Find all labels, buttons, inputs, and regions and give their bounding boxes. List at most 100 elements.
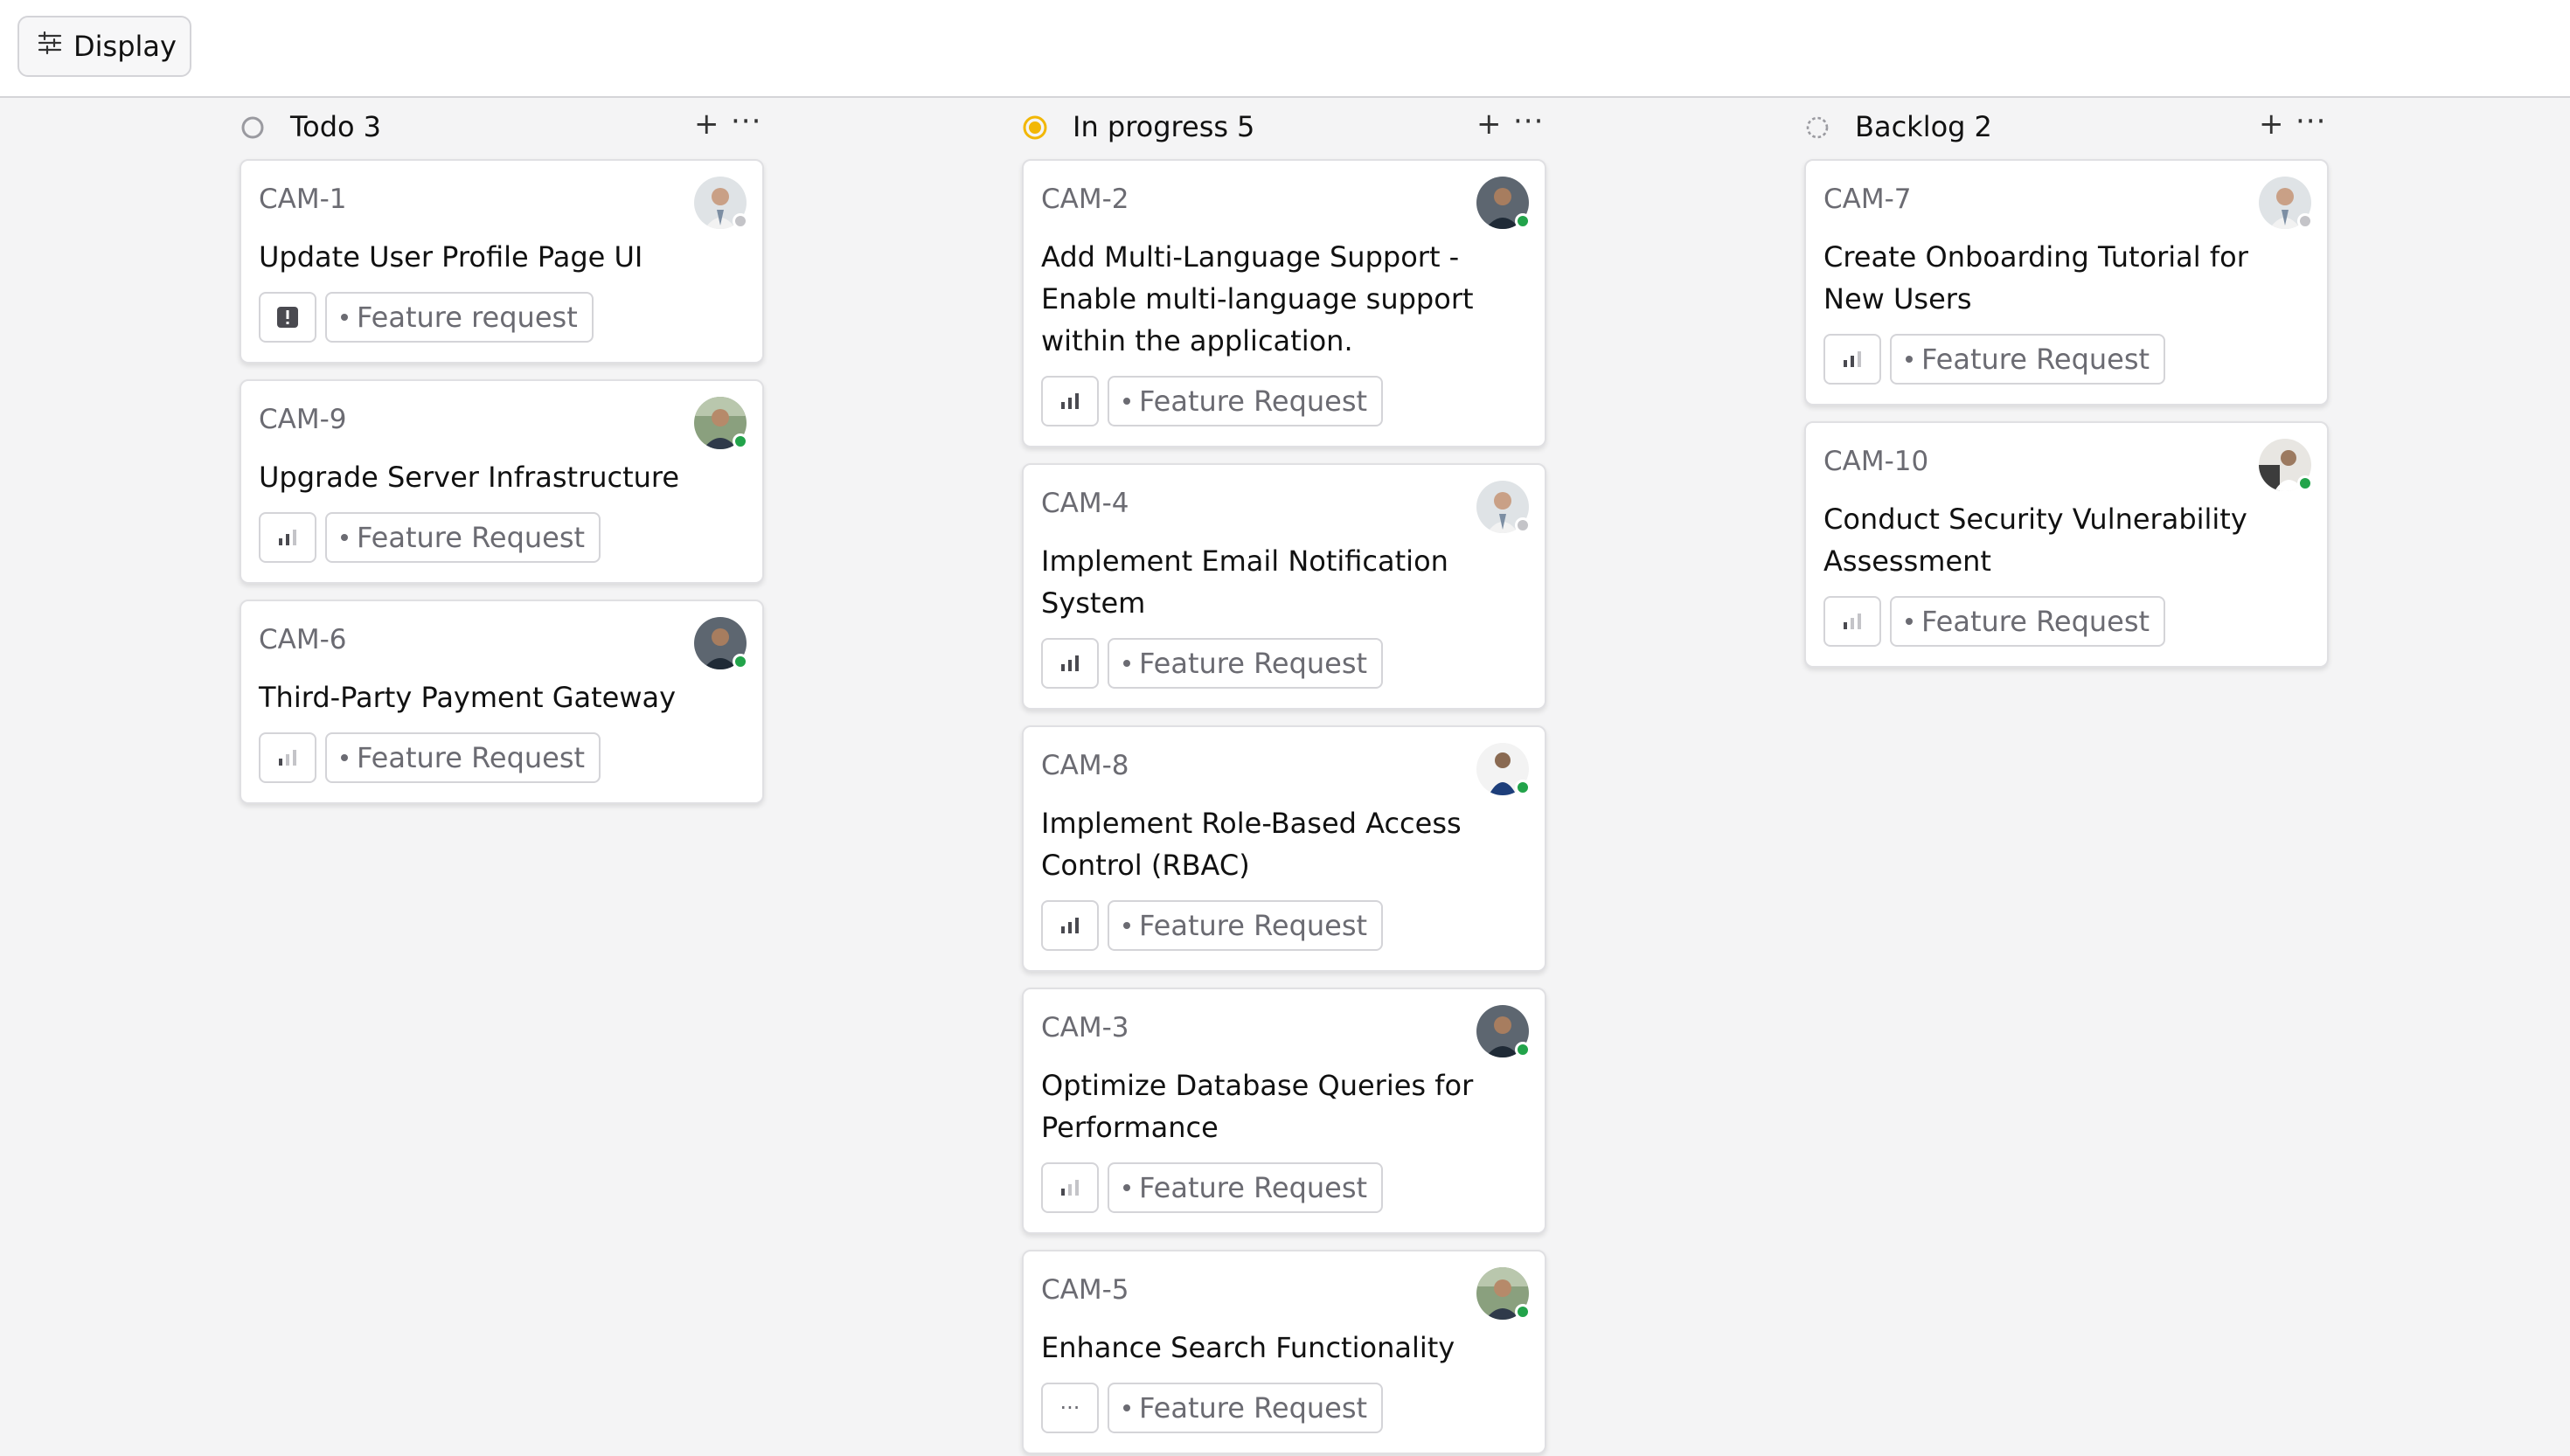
label-tag[interactable]: Feature Request bbox=[1108, 376, 1384, 426]
issue-id: CAM-3 bbox=[1041, 1012, 1129, 1043]
avatar[interactable] bbox=[1476, 177, 1531, 229]
more-options-button[interactable]: ··· bbox=[2296, 107, 2326, 136]
issue-card[interactable]: CAM-6 Third-Party Payment Gateway Featur… bbox=[240, 600, 764, 804]
issue-title: Update User Profile Page UI bbox=[259, 240, 643, 274]
issue-card[interactable]: CAM-5 Enhance Search Functionality ··· F… bbox=[1022, 1250, 1546, 1454]
low-priority-icon bbox=[279, 750, 296, 766]
label-tag[interactable]: Feature Request bbox=[1890, 596, 2166, 647]
presence-indicator bbox=[1515, 517, 1531, 533]
more-options-button[interactable]: ··· bbox=[1513, 107, 1544, 136]
column-header: In progress 5 + ··· bbox=[1022, 107, 1550, 150]
column-in-progress: In progress 5 + ··· CAM-2 Add Multi-Langu… bbox=[1022, 107, 1550, 1454]
issue-id: CAM-8 bbox=[1041, 750, 1129, 781]
issue-tags: Feature Request bbox=[1041, 376, 1384, 426]
priority-button[interactable]: ··· bbox=[1041, 1383, 1099, 1433]
issue-id: CAM-10 bbox=[1823, 446, 1929, 477]
more-options-button[interactable]: ··· bbox=[731, 107, 761, 136]
avatar[interactable] bbox=[1476, 481, 1531, 533]
label-tag[interactable]: Feature Request bbox=[1108, 900, 1384, 951]
priority-button[interactable] bbox=[1823, 596, 1881, 647]
issue-tags: Feature Request bbox=[1823, 334, 2166, 385]
issue-tags: Feature request bbox=[259, 292, 594, 343]
presence-indicator bbox=[2297, 213, 2313, 229]
presence-indicator bbox=[733, 213, 748, 229]
display-button-label: Display bbox=[73, 30, 177, 63]
avatar[interactable] bbox=[1476, 743, 1531, 795]
column-count: 2 bbox=[1974, 110, 1992, 143]
issue-tags: Feature Request bbox=[259, 512, 601, 563]
label-tag[interactable]: Feature Request bbox=[1108, 638, 1384, 689]
label-tag[interactable]: Feature Request bbox=[1890, 334, 2166, 385]
priority-button[interactable] bbox=[1041, 638, 1099, 689]
issue-tags: Feature Request bbox=[259, 732, 601, 783]
issue-card[interactable]: CAM-10 Conduct Security Vulnerability As… bbox=[1804, 421, 2329, 668]
priority-button[interactable] bbox=[259, 512, 316, 563]
label-tag[interactable]: Feature Request bbox=[325, 512, 601, 563]
avatar[interactable] bbox=[2259, 177, 2313, 229]
low-priority-icon bbox=[1061, 1180, 1079, 1196]
label-tag[interactable]: Feature request bbox=[325, 292, 594, 343]
in-progress-icon bbox=[1022, 114, 1048, 141]
priority-button[interactable] bbox=[1823, 334, 1881, 385]
avatar[interactable] bbox=[1476, 1267, 1531, 1320]
avatar[interactable] bbox=[2259, 439, 2313, 491]
add-card-button[interactable]: + bbox=[694, 107, 719, 142]
label-tag[interactable]: Feature Request bbox=[1108, 1162, 1384, 1213]
issue-card[interactable]: CAM-4 Implement Email Notification Syste… bbox=[1022, 463, 1546, 710]
issue-id: CAM-2 bbox=[1041, 184, 1129, 215]
medium-priority-icon bbox=[279, 530, 296, 545]
column-count: 3 bbox=[363, 110, 381, 143]
issue-title: Upgrade Server Infrastructure bbox=[259, 461, 680, 494]
circle-dashed-icon bbox=[1804, 114, 1830, 141]
issue-card[interactable]: CAM-7 Create Onboarding Tutorial for New… bbox=[1804, 159, 2329, 406]
issue-tags: Feature Request bbox=[1041, 1162, 1384, 1213]
avatar[interactable] bbox=[694, 397, 748, 449]
issue-tags: Feature Request bbox=[1041, 900, 1384, 951]
priority-button[interactable] bbox=[259, 732, 316, 783]
column-todo: Todo 3 + ··· CAM-1 Update User Profile Pa… bbox=[240, 107, 768, 804]
issue-card[interactable]: CAM-1 Update User Profile Page UI Featur… bbox=[240, 159, 764, 364]
column-header: Todo 3 + ··· bbox=[240, 107, 768, 150]
high-priority-icon bbox=[1061, 655, 1079, 671]
issue-id: CAM-7 bbox=[1823, 184, 1912, 215]
priority-button[interactable] bbox=[1041, 1162, 1099, 1213]
avatar[interactable] bbox=[1476, 1005, 1531, 1057]
add-card-button[interactable]: + bbox=[1476, 107, 1502, 142]
issue-card[interactable]: CAM-9 Upgrade Server Infrastructure Feat… bbox=[240, 379, 764, 584]
issue-tags: Feature Request bbox=[1823, 596, 2166, 647]
label-tag[interactable]: Feature Request bbox=[325, 732, 601, 783]
presence-indicator bbox=[1515, 1304, 1531, 1320]
top-toolbar: Display bbox=[0, 0, 2570, 98]
presence-indicator bbox=[733, 654, 748, 669]
priority-button[interactable] bbox=[1041, 900, 1099, 951]
display-button[interactable]: Display bbox=[17, 16, 191, 77]
medium-priority-icon bbox=[1844, 351, 1861, 367]
issue-title: Conduct Security Vulnerability Assessmen… bbox=[1823, 503, 2247, 578]
priority-button[interactable] bbox=[259, 292, 316, 343]
column-title: In progress 5 bbox=[1073, 110, 1255, 143]
issue-id: CAM-9 bbox=[259, 404, 347, 435]
presence-indicator bbox=[1515, 1042, 1531, 1057]
presence-indicator bbox=[1515, 213, 1531, 229]
issue-card[interactable]: CAM-2 Add Multi-Language Support - Enabl… bbox=[1022, 159, 1546, 447]
issue-title: Create Onboarding Tutorial for New Users bbox=[1823, 240, 2248, 315]
column-title: Todo 3 bbox=[290, 110, 381, 143]
column-count: 5 bbox=[1237, 110, 1255, 143]
avatar[interactable] bbox=[694, 177, 748, 229]
label-tag[interactable]: Feature Request bbox=[1108, 1383, 1384, 1433]
column-backlog: Backlog 2 + ··· CAM-7 Create Onboarding T… bbox=[1804, 107, 2332, 668]
add-card-button[interactable]: + bbox=[2259, 107, 2284, 142]
issue-title: Add Multi-Language Support - Enable mult… bbox=[1041, 240, 1474, 357]
issue-id: CAM-1 bbox=[259, 184, 347, 215]
high-priority-icon bbox=[1061, 393, 1079, 409]
issue-title: Optimize Database Queries for Performanc… bbox=[1041, 1069, 1474, 1144]
issue-card[interactable]: CAM-3 Optimize Database Queries for Perf… bbox=[1022, 988, 1546, 1234]
no-priority-icon: ··· bbox=[1059, 1396, 1080, 1420]
issue-id: CAM-6 bbox=[259, 624, 347, 655]
presence-indicator bbox=[733, 433, 748, 449]
avatar[interactable] bbox=[694, 617, 748, 669]
column-title: Backlog 2 bbox=[1855, 110, 1992, 143]
priority-button[interactable] bbox=[1041, 376, 1099, 426]
sliders-icon bbox=[37, 30, 63, 63]
issue-card[interactable]: CAM-8 Implement Role-Based Access Contro… bbox=[1022, 725, 1546, 972]
